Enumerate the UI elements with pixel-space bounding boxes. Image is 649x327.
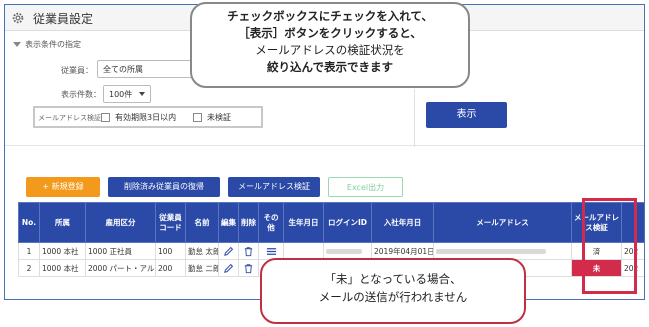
table-row: 1 1000 本社 1000 正社員 100 勤怠 太郎 2019年04月01日: [18, 242, 644, 260]
col-no[interactable]: No.: [18, 202, 40, 243]
menu-icon[interactable]: [266, 246, 277, 257]
callout-filter-instructions: チェックボックスにチェックを入れて、 ［表示］ボタンをクリックすると、 メールア…: [190, 2, 470, 88]
col-emp-type[interactable]: 雇用区分: [85, 202, 156, 243]
trash-icon[interactable]: [243, 263, 254, 274]
page-title: 従業員設定: [33, 12, 94, 26]
excel-export-button[interactable]: Excel出力: [328, 177, 403, 197]
divider: [414, 89, 415, 147]
unverified-checkbox[interactable]: [193, 113, 202, 122]
email-verify-column-highlight: [582, 198, 637, 294]
table-header-row: No. 所属 雇用区分 従業員コード 名前 編集 削除 その他 生年月日 ログイ…: [18, 202, 644, 243]
col-name[interactable]: 名前: [185, 202, 219, 243]
caret-down-icon: [139, 92, 145, 96]
trash-icon[interactable]: [243, 246, 254, 257]
employee-select[interactable]: 全ての所属: [97, 60, 197, 78]
count-filter-label: 表示件数：: [61, 90, 101, 99]
count-select[interactable]: 100件: [103, 85, 151, 103]
col-other: その他: [258, 202, 284, 243]
display-button[interactable]: 表示: [426, 102, 507, 128]
expiry-checkbox-label: 有効期限3日以内: [115, 113, 177, 122]
col-code[interactable]: 従業員コード: [155, 202, 186, 243]
verify-email-button[interactable]: メールアドレス検証: [228, 177, 320, 197]
col-email[interactable]: メールアドレス: [433, 202, 572, 243]
restore-deleted-button[interactable]: 削除済み従業員の復帰: [108, 177, 220, 197]
callout-unverified-warning: 「未」となっている場合、 メールの送信が行われません: [260, 258, 526, 324]
filter-section-header[interactable]: 表示条件の指定: [13, 39, 81, 50]
new-register-button[interactable]: + 新規登録: [26, 177, 100, 197]
employee-filter-label: 従業員：: [61, 66, 93, 75]
divider: [5, 145, 644, 146]
pencil-icon[interactable]: [223, 263, 234, 274]
col-dept[interactable]: 所属: [39, 202, 86, 243]
unverified-checkbox-label: 未検証: [207, 113, 231, 122]
col-edit: 編集: [218, 202, 239, 243]
col-join[interactable]: 入社年月日: [371, 202, 434, 243]
collapse-caret-icon: [13, 42, 21, 47]
col-birth[interactable]: 生年月日: [283, 202, 324, 243]
gear-icon: [12, 12, 24, 24]
email-verification-filter: メールアドレス検証： 有効期限3日以内 未検証: [33, 106, 263, 128]
col-login[interactable]: ログインID: [323, 202, 372, 243]
expiry-checkbox[interactable]: [101, 113, 110, 122]
col-delete: 削除: [238, 202, 259, 243]
pencil-icon[interactable]: [223, 246, 234, 257]
